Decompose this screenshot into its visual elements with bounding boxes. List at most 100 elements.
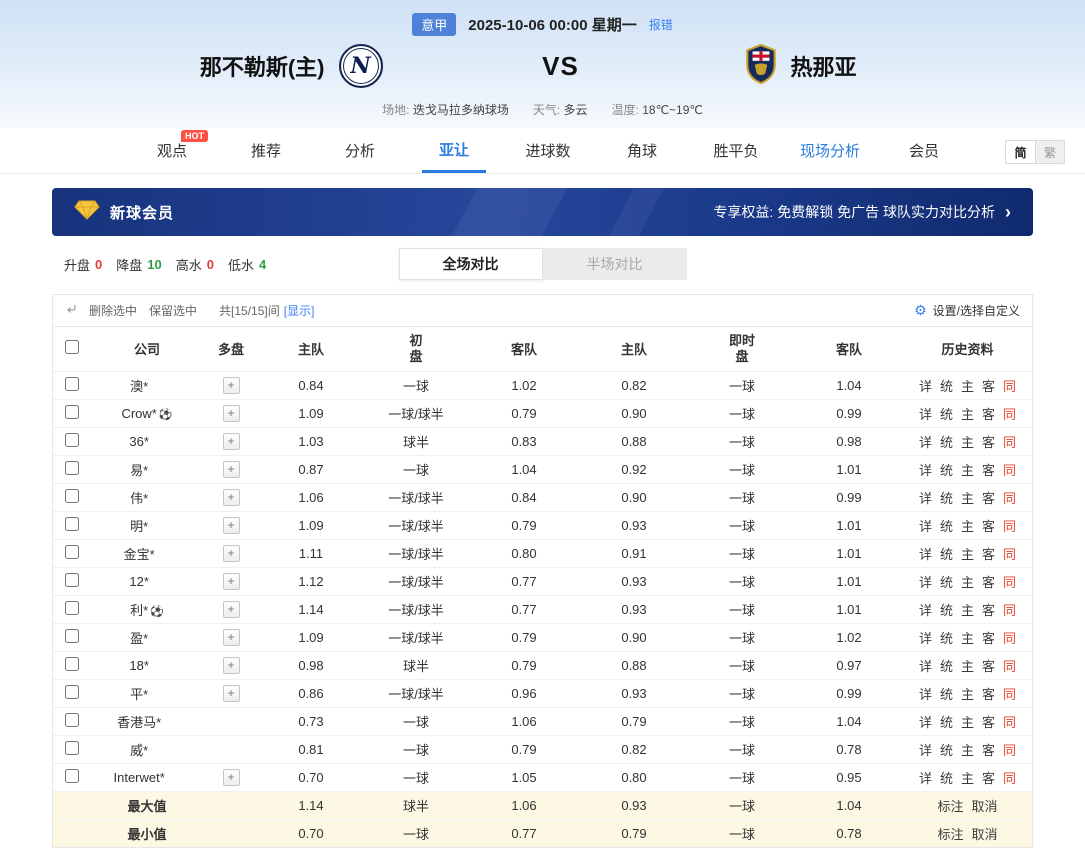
history-detail-link[interactable]: 详: [919, 628, 932, 647]
history-stat-link[interactable]: 统: [940, 684, 953, 703]
cancel-link[interactable]: 取消: [972, 796, 998, 815]
history-detail-link[interactable]: 详: [919, 600, 932, 619]
company-name[interactable]: 盈*: [130, 631, 148, 646]
history-home-link[interactable]: 主: [961, 432, 974, 451]
history-same-link[interactable]: 同: [1003, 488, 1016, 507]
history-away-link[interactable]: 客: [982, 432, 995, 451]
expand-multi-button[interactable]: +: [222, 376, 240, 394]
history-same-link[interactable]: 同: [1003, 376, 1016, 395]
history-home-link[interactable]: 主: [961, 656, 974, 675]
history-same-link[interactable]: 同: [1003, 712, 1016, 731]
history-home-link[interactable]: 主: [961, 600, 974, 619]
history-away-link[interactable]: 客: [982, 376, 995, 395]
history-detail-link[interactable]: 详: [919, 544, 932, 563]
expand-multi-button[interactable]: +: [222, 572, 240, 590]
history-same-link[interactable]: 同: [1003, 628, 1016, 647]
history-away-link[interactable]: 客: [982, 404, 995, 423]
history-stat-link[interactable]: 统: [940, 516, 953, 535]
history-home-link[interactable]: 主: [961, 740, 974, 759]
report-error-link[interactable]: 报错: [649, 16, 673, 33]
history-detail-link[interactable]: 详: [919, 488, 932, 507]
delete-selected-link[interactable]: 删除选中: [89, 302, 137, 319]
history-same-link[interactable]: 同: [1003, 656, 1016, 675]
history-detail-link[interactable]: 详: [919, 572, 932, 591]
company-name[interactable]: 易*: [130, 463, 148, 478]
company-name[interactable]: 明*: [130, 519, 148, 534]
nav-item-corners[interactable]: 角球: [610, 128, 674, 173]
row-checkbox[interactable]: [65, 768, 79, 783]
history-stat-link[interactable]: 统: [940, 572, 953, 591]
expand-multi-button[interactable]: +: [222, 516, 240, 534]
expand-multi-button[interactable]: +: [222, 684, 240, 702]
company-name[interactable]: 威*: [130, 743, 148, 758]
history-detail-link[interactable]: 详: [919, 404, 932, 423]
history-same-link[interactable]: 同: [1003, 544, 1016, 563]
history-home-link[interactable]: 主: [961, 572, 974, 591]
history-same-link[interactable]: 同: [1003, 404, 1016, 423]
history-stat-link[interactable]: 统: [940, 768, 953, 787]
tab-half-match[interactable]: 半场对比: [542, 248, 687, 280]
history-home-link[interactable]: 主: [961, 768, 974, 787]
lang-traditional-button[interactable]: 繁: [1035, 141, 1064, 163]
nav-item-asian-handicap[interactable]: 亚让: [422, 128, 486, 173]
row-checkbox[interactable]: [65, 572, 79, 587]
history-home-link[interactable]: 主: [961, 712, 974, 731]
expand-multi-button[interactable]: +: [222, 768, 240, 786]
history-home-link[interactable]: 主: [961, 684, 974, 703]
history-stat-link[interactable]: 统: [940, 488, 953, 507]
nav-item-live-analysis[interactable]: 现场分析: [798, 128, 862, 173]
history-away-link[interactable]: 客: [982, 628, 995, 647]
history-away-link[interactable]: 客: [982, 544, 995, 563]
history-stat-link[interactable]: 统: [940, 376, 953, 395]
row-checkbox[interactable]: [65, 460, 79, 475]
history-home-link[interactable]: 主: [961, 404, 974, 423]
company-name[interactable]: 香港马*: [117, 715, 161, 730]
history-same-link[interactable]: 同: [1003, 684, 1016, 703]
row-checkbox[interactable]: [65, 656, 79, 671]
expand-multi-button[interactable]: +: [222, 404, 240, 422]
expand-multi-button[interactable]: +: [222, 432, 240, 450]
history-away-link[interactable]: 客: [982, 656, 995, 675]
nav-item-member[interactable]: 会员: [892, 128, 956, 173]
history-away-link[interactable]: 客: [982, 740, 995, 759]
company-name[interactable]: 澳*: [130, 379, 148, 394]
nav-item-analysis[interactable]: 分析: [328, 128, 392, 173]
settings-control[interactable]: ⚙ 设置/选择自定义: [914, 302, 1020, 319]
history-home-link[interactable]: 主: [961, 460, 974, 479]
company-name[interactable]: 利*: [130, 603, 148, 618]
history-detail-link[interactable]: 详: [919, 712, 932, 731]
history-same-link[interactable]: 同: [1003, 516, 1016, 535]
company-name[interactable]: 金宝*: [124, 547, 155, 562]
nav-item-viewpoint[interactable]: 观点 HOT: [140, 128, 208, 173]
company-name[interactable]: 12*: [129, 574, 149, 589]
company-name[interactable]: 18*: [129, 658, 149, 673]
nav-item-recommend[interactable]: 推荐: [234, 128, 298, 173]
expand-multi-button[interactable]: +: [222, 656, 240, 674]
history-away-link[interactable]: 客: [982, 516, 995, 535]
expand-multi-button[interactable]: +: [222, 628, 240, 646]
cancel-link[interactable]: 取消: [972, 824, 998, 843]
row-checkbox[interactable]: [65, 516, 79, 531]
row-checkbox[interactable]: [65, 684, 79, 699]
expand-multi-button[interactable]: +: [222, 460, 240, 478]
history-stat-link[interactable]: 统: [940, 628, 953, 647]
history-detail-link[interactable]: 详: [919, 684, 932, 703]
history-detail-link[interactable]: 详: [919, 516, 932, 535]
expand-multi-button[interactable]: +: [222, 544, 240, 562]
history-detail-link[interactable]: 详: [919, 656, 932, 675]
history-home-link[interactable]: 主: [961, 628, 974, 647]
history-same-link[interactable]: 同: [1003, 768, 1016, 787]
history-away-link[interactable]: 客: [982, 600, 995, 619]
history-away-link[interactable]: 客: [982, 684, 995, 703]
history-same-link[interactable]: 同: [1003, 740, 1016, 759]
history-detail-link[interactable]: 详: [919, 376, 932, 395]
company-name[interactable]: 平*: [130, 687, 148, 702]
show-link[interactable]: [显示]: [284, 302, 315, 319]
history-home-link[interactable]: 主: [961, 516, 974, 535]
row-checkbox[interactable]: [65, 628, 79, 643]
company-name[interactable]: 伟*: [130, 491, 148, 506]
history-away-link[interactable]: 客: [982, 768, 995, 787]
select-all-checkbox[interactable]: [65, 340, 79, 355]
history-same-link[interactable]: 同: [1003, 600, 1016, 619]
row-checkbox[interactable]: [65, 404, 79, 419]
